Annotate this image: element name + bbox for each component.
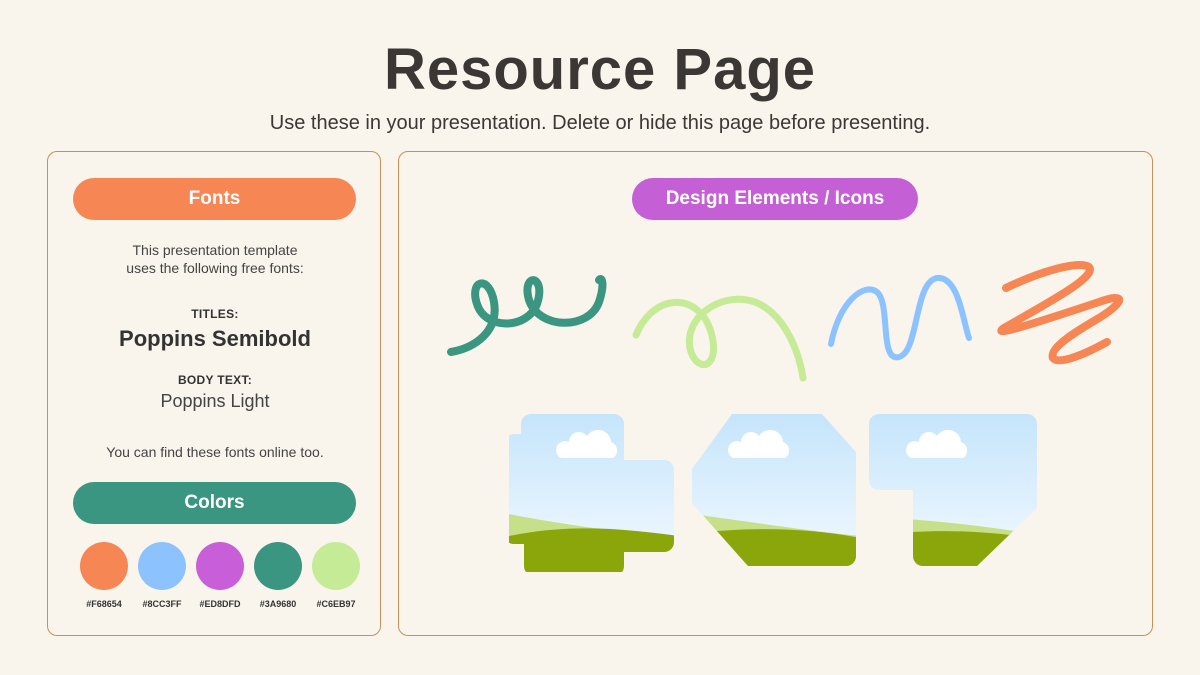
swatch-hex: #F68654 [86,599,122,609]
design-elements-canvas [447,260,1124,572]
fonts-intro-line1: This presentation template [132,242,298,258]
landscape-frame-notched-icon [509,414,674,572]
landscape-frame-stepped-icon [869,414,1037,566]
fonts-heading: Fonts [73,178,356,220]
colors-heading: Colors [73,482,356,524]
swatch-dot [138,542,186,590]
fonts-intro: This presentation template uses the foll… [48,241,382,277]
design-elements-panel: Design Elements / Icons [398,151,1153,636]
color-swatch-blue: #8CC3FF [133,542,191,609]
swatch-hex: #8CC3FF [142,599,182,609]
swatch-dot [254,542,302,590]
fonts-intro-line2: uses the following free fonts: [126,260,304,276]
color-swatch-lightgreen: #C6EB97 [307,542,365,609]
swatch-hex: #ED8DFD [199,599,241,609]
titles-label: TITLES: [191,307,239,321]
swatch-dot [80,542,128,590]
green-loop-squiggle-icon [447,275,607,356]
swatch-dot [196,542,244,590]
swatch-dot [312,542,360,590]
page-subtitle: Use these in your presentation. Delete o… [269,112,931,134]
swatch-hex: #C6EB97 [316,599,356,609]
body-text-label: BODY TEXT: [177,373,253,387]
orange-zigzag-squiggle-icon [997,260,1124,365]
color-swatch-orange: #F68654 [75,542,133,609]
page-title: Resource Page [383,37,817,102]
color-swatches: #F68654 #8CC3FF #ED8DFD #3A9680 #C6EB97 [75,542,365,612]
landscape-frame-octagon-icon [692,414,856,566]
fonts-colors-panel: Fonts This presentation template uses th… [47,151,381,636]
fonts-online-note: You can find these fonts online too. [106,444,324,460]
lightgreen-loop-squiggle-icon [632,295,807,382]
blue-wave-squiggle-icon [828,275,972,361]
color-swatch-teal: #3A9680 [249,542,307,609]
swatch-hex: #3A9680 [259,599,297,609]
body-font-name: Poppins Light [160,391,270,411]
titles-font-name: Poppins Semibold [119,326,311,351]
color-swatch-purple: #ED8DFD [191,542,249,609]
